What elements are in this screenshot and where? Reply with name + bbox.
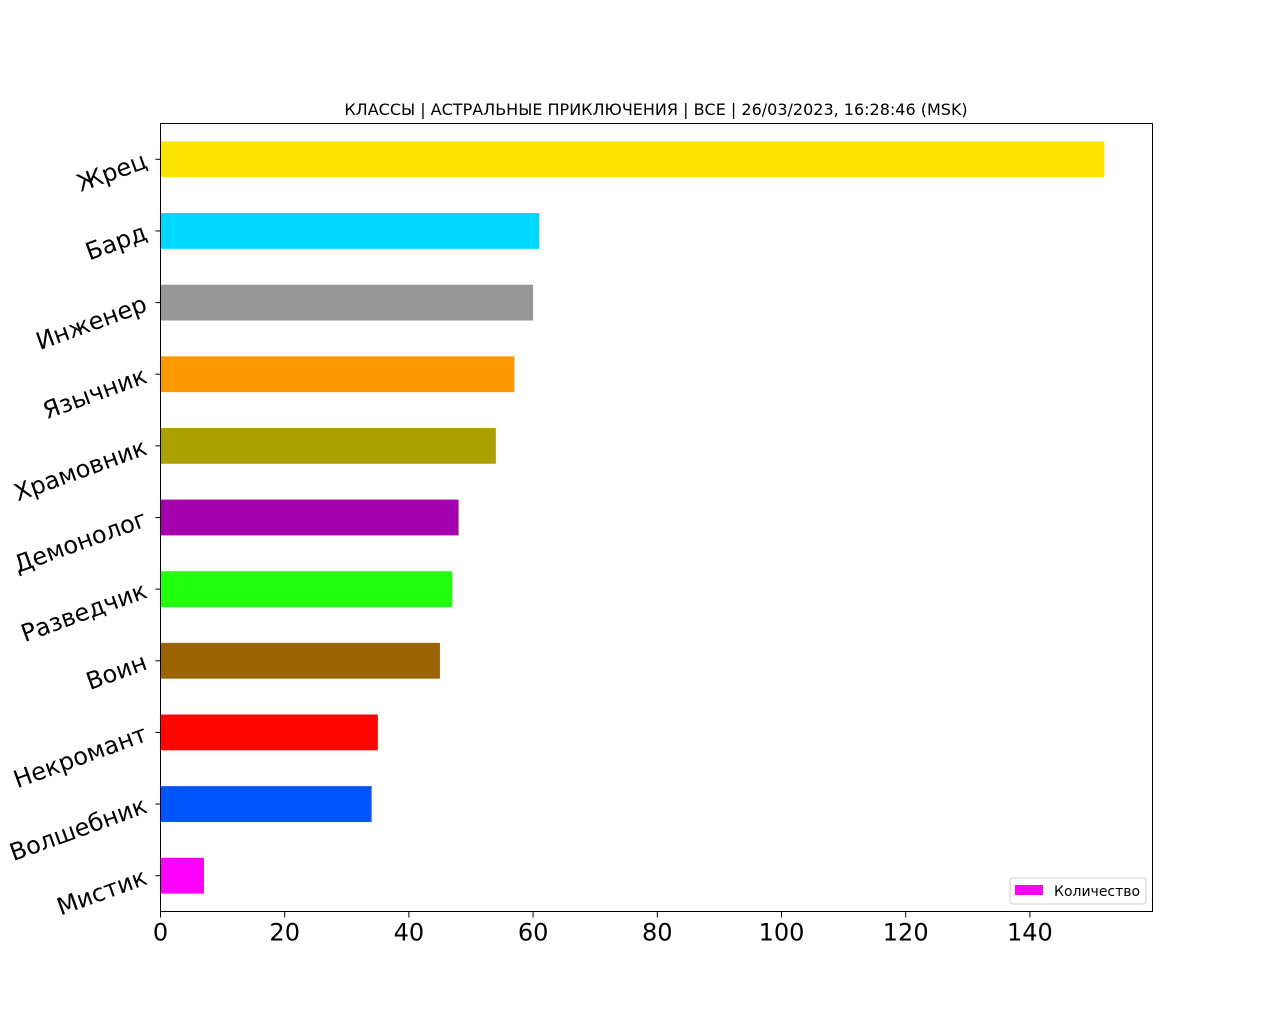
bar-8 <box>160 714 378 751</box>
y-tick-label-7: Воин <box>82 648 150 696</box>
bars-group <box>160 141 1105 894</box>
x-tick-label-7: 140 <box>1007 919 1053 947</box>
y-tick-label-5: Демонолог <box>10 505 150 579</box>
bar-10 <box>160 857 204 894</box>
bar-2 <box>160 284 534 321</box>
y-tick-label-4: Храмовник <box>10 433 150 507</box>
y-tick-label-0: Жрец <box>73 147 150 198</box>
bar-4 <box>160 427 496 464</box>
y-tick-label-8: Некромант <box>10 720 151 794</box>
legend-label: Количество <box>1054 884 1140 900</box>
y-axis-ticks: Жрец Бард ИнженерЯзычник ХрамовникДемонолог… <box>6 147 161 921</box>
bar-7 <box>160 642 440 679</box>
x-tick-label-3: 60 <box>518 919 549 947</box>
y-tick-label-3: Язычник <box>39 362 150 425</box>
bar-3 <box>160 356 515 393</box>
bar-chart: КЛАССЫ | АСТРАЛЬНЫЕ ПРИКЛЮЧЕНИЯ | ВСЕ | … <box>6 100 1153 947</box>
y-tick-label-9: Волшебник <box>6 791 151 866</box>
bar-0 <box>160 141 1105 178</box>
chart-title: КЛАССЫ | АСТРАЛЬНЫЕ ПРИКЛЮЧЕНИЯ | ВСЕ | … <box>344 100 967 119</box>
x-tick-label-2: 40 <box>394 919 425 947</box>
x-tick-label-0: 0 <box>153 919 168 947</box>
bar-5 <box>160 499 459 536</box>
y-tick-label-6: Разведчик <box>17 576 150 647</box>
x-tick-label-6: 120 <box>883 919 929 947</box>
bar-6 <box>160 571 453 608</box>
y-tick-label-1: Бард <box>82 218 151 266</box>
y-tick-label-10: Мистик <box>53 863 151 921</box>
bar-9 <box>160 786 372 822</box>
legend-swatch <box>1015 885 1043 895</box>
x-tick-label-5: 100 <box>759 919 805 947</box>
x-tick-label-4: 80 <box>642 919 673 947</box>
x-tick-label-1: 20 <box>269 919 300 947</box>
x-axis-ticks: 0 20 40 60 80 100 120 140 <box>153 911 1053 947</box>
bar-1 <box>160 213 540 249</box>
y-tick-label-2: Инженер <box>32 290 150 356</box>
legend: Количество <box>1009 877 1147 905</box>
